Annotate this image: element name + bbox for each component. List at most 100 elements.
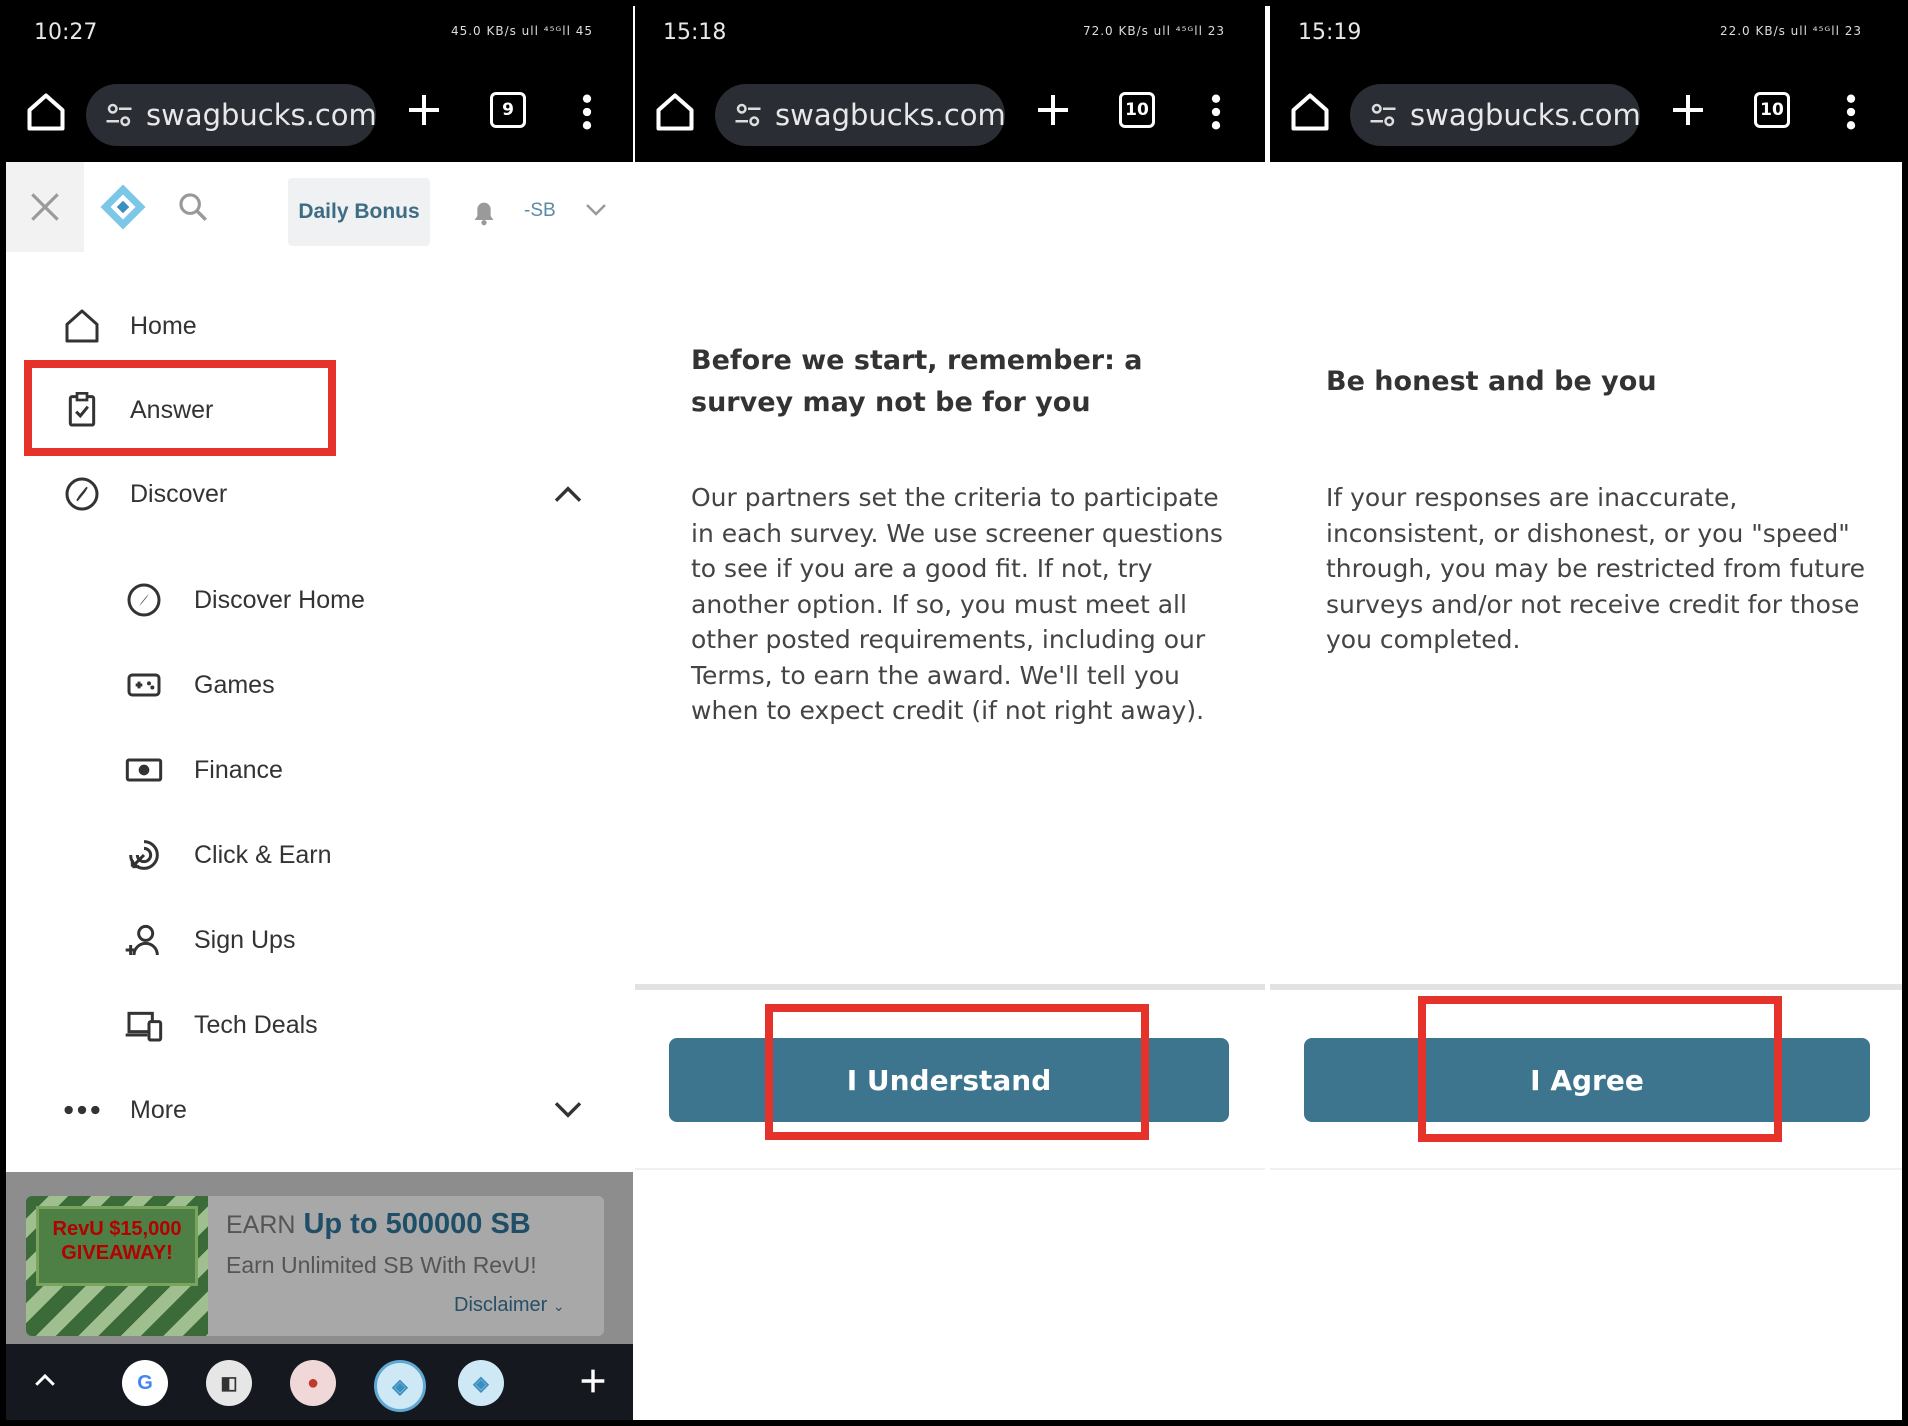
tab-strip: G ◧ ● ◈ ◈ (6, 1344, 633, 1420)
user-plus-icon (125, 924, 159, 956)
sidebar-item-label: Games (194, 670, 275, 699)
chevron-down-icon[interactable] (584, 202, 608, 218)
sidebar-subitem-sign-ups[interactable]: Sign Ups (6, 905, 633, 975)
url-text: swagbucks.com/c (146, 98, 376, 132)
panel-survey-notice: 15:18 72.0 KB/s ull ⁴⁵ᴳll 23 swagbucks.c… (635, 6, 1265, 1420)
daily-bonus-button[interactable]: Daily Bonus (288, 178, 430, 246)
highlight-answer (24, 360, 336, 456)
swagbucks-active-tab-icon[interactable]: ◈ (374, 1360, 426, 1412)
sidebar-item-home[interactable]: Home (6, 291, 633, 361)
sidebar-item-label: Click & Earn (194, 840, 332, 869)
notice-body: Our partners set the criteria to partici… (691, 483, 1223, 725)
tab-switcher-button[interactable]: 10 (1119, 92, 1155, 128)
panel-honesty-notice: 15:19 22.0 KB/s ull ⁴⁵ᴳll 23 swagbucks.c… (1270, 6, 1902, 1420)
tab-switcher-button[interactable]: 9 (490, 92, 526, 128)
sidebar-item-more[interactable]: More (6, 1075, 633, 1145)
gamepad-icon (127, 673, 161, 697)
tab-switcher-button[interactable]: 10 (1754, 92, 1790, 128)
status-bar: 15:18 72.0 KB/s ull ⁴⁵ᴳll 23 (635, 6, 1265, 62)
status-time: 15:19 (1298, 20, 1362, 45)
site-settings-icon[interactable] (1368, 100, 1398, 130)
sidebar-item-label: Finance (194, 755, 283, 784)
chevron-down-icon: ⌄ (552, 1298, 565, 1314)
browser-toolbar: swagbucks.com/s 10 (635, 62, 1265, 162)
swagbucks-tab-icon[interactable]: ◈ (458, 1360, 504, 1406)
ad-subtitle: Earn Unlimited SB With RevU! (226, 1252, 537, 1278)
sidebar-subitem-click-earn[interactable]: Click & Earn (6, 820, 633, 890)
sidebar-item-discover[interactable]: Discover (6, 459, 633, 529)
screenshot-frame: 10:27 45.0 KB/s ull ⁴⁵ᴳll 45 swagbucks.c… (6, 6, 1902, 1420)
new-tab-icon[interactable] (1668, 90, 1708, 130)
ad-image: RevU $15,000 GIVEAWAY! (26, 1196, 208, 1336)
divider (1270, 984, 1902, 990)
sidebar-item-label: Tech Deals (194, 1010, 318, 1039)
status-time: 15:18 (663, 20, 727, 45)
ad-disclaimer-text: Disclaimer (454, 1294, 548, 1316)
ad-banner-overlay: RevU $15,000 GIVEAWAY! EARN Up to 500000 … (6, 1172, 633, 1344)
click-icon (129, 840, 159, 870)
chevron-up-icon[interactable] (552, 484, 584, 504)
site-settings-icon[interactable] (733, 100, 763, 130)
more-vert-icon[interactable] (1846, 90, 1856, 134)
highlight-i-agree (1418, 996, 1782, 1142)
home-icon[interactable] (1288, 90, 1332, 134)
chevron-up-icon[interactable] (30, 1366, 60, 1396)
new-tab-icon[interactable] (404, 90, 444, 130)
sidebar-item-label: Sign Ups (194, 925, 296, 954)
swagbucks-logo-icon[interactable] (98, 182, 148, 232)
url-text: swagbucks.com/s (775, 98, 1005, 132)
ad-disclaimer-link[interactable]: Disclaimer ⌄ (454, 1294, 565, 1317)
sidebar-subitem-games[interactable]: Games (6, 650, 633, 720)
compass-icon (127, 583, 161, 617)
tab-favicon-icon[interactable]: ◧ (206, 1360, 252, 1406)
compass-icon (65, 477, 99, 511)
notice-title: Before we start, remember: a survey may … (691, 345, 1143, 418)
divider (635, 984, 1265, 990)
status-time: 10:27 (34, 20, 98, 45)
ad-earn-label: EARN (226, 1211, 296, 1239)
home-icon (65, 309, 99, 343)
sidebar-item-label: Home (130, 311, 197, 340)
more-vert-icon[interactable] (582, 90, 592, 134)
divider (635, 1168, 1265, 1170)
close-button[interactable] (6, 162, 84, 252)
address-bar[interactable]: swagbucks.com/c (86, 84, 376, 146)
ad-headline: Up to 500000 SB (303, 1208, 531, 1240)
sidebar-item-label: More (130, 1095, 187, 1124)
highlight-i-understand (765, 1004, 1149, 1140)
more-vert-icon[interactable] (1211, 90, 1221, 134)
sidebar-header: Daily Bonus -SB (6, 162, 633, 252)
site-settings-icon[interactable] (104, 100, 134, 130)
browser-toolbar: swagbucks.com/c 9 (6, 62, 633, 162)
sidebar-subitem-discover-home[interactable]: Discover Home (6, 565, 633, 635)
status-icons: 22.0 KB/s ull ⁴⁵ᴳll 23 (1719, 24, 1862, 38)
new-tab-icon[interactable] (576, 1364, 610, 1398)
status-icons: 45.0 KB/s ull ⁴⁵ᴳll 45 (450, 24, 593, 38)
status-icons: 72.0 KB/s ull ⁴⁵ᴳll 23 (1082, 24, 1225, 38)
money-icon (125, 758, 163, 782)
devices-icon (125, 1011, 163, 1042)
chevron-down-icon[interactable] (552, 1100, 584, 1120)
status-bar: 10:27 45.0 KB/s ull ⁴⁵ᴳll 45 (6, 6, 633, 62)
sidebar-subitem-finance[interactable]: Finance (6, 735, 633, 805)
browser-toolbar: swagbucks.com/s 10 (1270, 62, 1902, 162)
ad-earn-line: EARN Up to 500000 SB (226, 1208, 531, 1241)
address-bar[interactable]: swagbucks.com/s (715, 84, 1005, 146)
ad-card[interactable]: RevU $15,000 GIVEAWAY! EARN Up to 500000 … (26, 1196, 604, 1336)
google-tab-icon[interactable]: G (122, 1360, 168, 1406)
tab-favicon-icon[interactable]: ● (290, 1360, 336, 1406)
sidebar-subitem-tech-deals[interactable]: Tech Deals (6, 990, 633, 1060)
search-icon[interactable] (176, 190, 210, 224)
sb-balance[interactable]: -SB (524, 200, 556, 222)
ad-image-text: RevU $15,000 GIVEAWAY! (36, 1206, 198, 1286)
home-icon[interactable] (653, 90, 697, 134)
status-bar: 15:19 22.0 KB/s ull ⁴⁵ᴳll 23 (1270, 6, 1902, 62)
sidebar-item-label: Discover Home (194, 585, 365, 614)
bell-icon[interactable] (468, 194, 500, 230)
address-bar[interactable]: swagbucks.com/s (1350, 84, 1640, 146)
sidebar-item-label: Discover (130, 479, 228, 508)
home-icon[interactable] (24, 90, 68, 134)
notice-body: If your responses are inaccurate, incons… (1326, 483, 1866, 654)
new-tab-icon[interactable] (1033, 90, 1073, 130)
panel-sidebar-menu: 10:27 45.0 KB/s ull ⁴⁵ᴳll 45 swagbucks.c… (6, 6, 633, 1420)
